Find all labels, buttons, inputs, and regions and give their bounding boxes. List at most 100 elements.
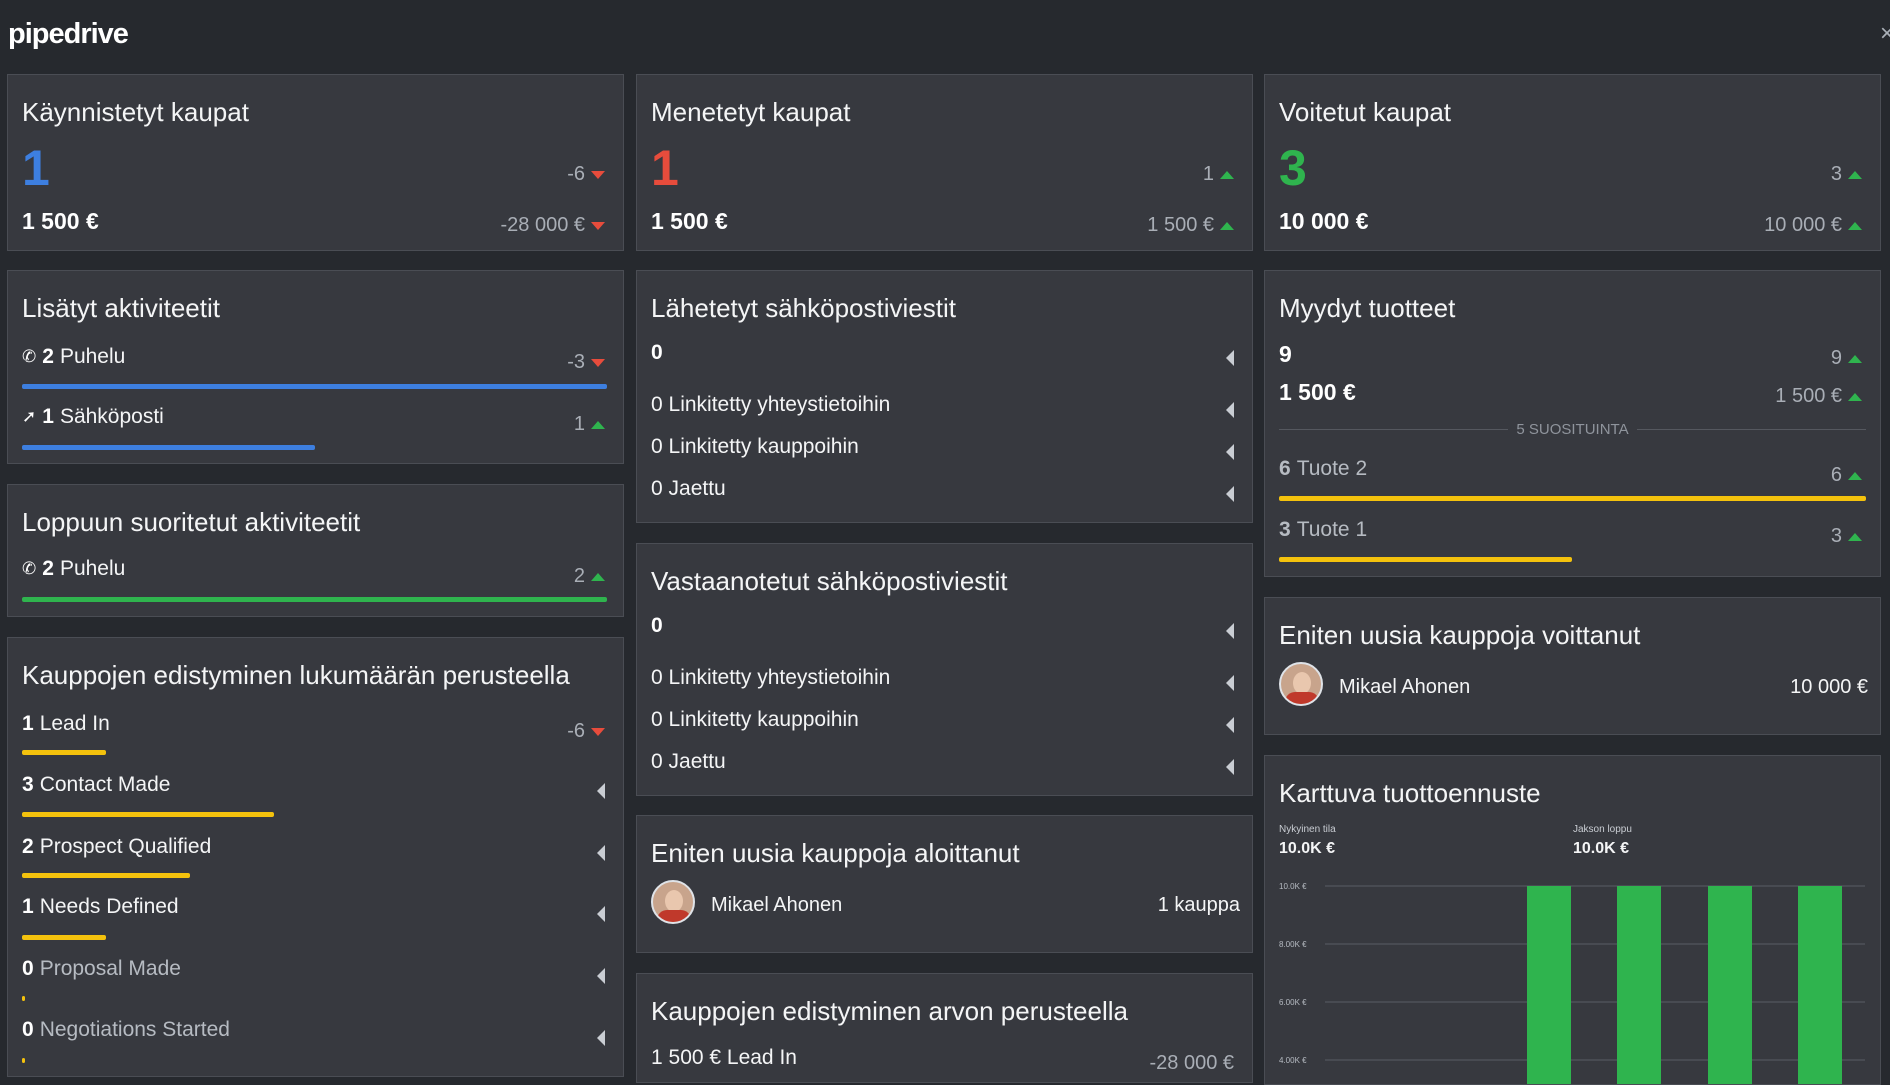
card-title: Eniten uusia kauppoja voittanut [1279, 620, 1641, 650]
email-total: 0 [651, 614, 663, 637]
expand-arrow-icon[interactable] [1226, 623, 1234, 644]
activity-label: Puhelu [59, 345, 126, 368]
stage-label: Contact Made [39, 773, 171, 796]
card-title: Menetetyt kaupat [651, 97, 851, 127]
activity-delta-value: 2 [573, 565, 585, 587]
product-label: Tuote 2 [1296, 457, 1368, 480]
expand-arrow-icon[interactable] [1226, 486, 1234, 507]
activity-delta-value: -3 [567, 351, 585, 373]
stage-row[interactable]: 0 Proposal Made [22, 957, 181, 981]
card-title: Loppuun suoritetut aktiviteetit [22, 507, 361, 537]
close-icon[interactable]: × [1880, 20, 1890, 48]
added-activities-card[interactable]: Lisätyt aktiviteetit ✆ 2 Puhelu -3 ➚ 1 Sähkö… [7, 270, 624, 464]
received-emails-card[interactable]: Vastaanotetut sähköpostiviestit 0 0 Link… [636, 543, 1253, 796]
expand-arrow-icon[interactable] [1226, 675, 1234, 696]
person-value: 1 kauppa [1157, 894, 1240, 916]
expand-arrow-icon[interactable] [597, 845, 605, 866]
avatar[interactable] [1279, 662, 1323, 706]
avatar[interactable] [651, 880, 695, 924]
expand-arrow-icon[interactable] [597, 906, 605, 927]
product-bar [1279, 557, 1572, 562]
stage-bar [22, 873, 190, 878]
forecast-bar[interactable] [1527, 886, 1571, 1085]
person-name[interactable]: Mikael Ahonen [1339, 676, 1470, 699]
y-tick-label: 10.0K € [1279, 882, 1307, 891]
sold-products-card[interactable]: Myydyt tuotteet 9 9 1 500 € 1 500 € 5 SU… [1264, 270, 1881, 577]
deal-amount: 10 000 € [1279, 208, 1369, 234]
activity-bar [22, 384, 607, 389]
forecast-bar[interactable] [1617, 886, 1661, 1085]
card-title: Kauppojen edistyminen arvon perusteella [651, 996, 1128, 1026]
deal-progress-value-card[interactable]: Kauppojen edistyminen arvon perusteella … [636, 973, 1253, 1083]
arrow-up-icon [1848, 392, 1862, 401]
stage-row[interactable]: 3 Contact Made [22, 773, 170, 797]
activity-row: ✆ 2 Puhelu [22, 557, 125, 581]
completed-activities-card[interactable]: Loppuun suoritetut aktiviteetit ✆ 2 Puhelu… [7, 484, 624, 617]
email-row[interactable]: 0 Jaettu [651, 477, 726, 501]
stage-label: Needs Defined [39, 895, 179, 918]
most-deals-won-card[interactable]: Eniten uusia kauppoja voittanut Mikael A… [1264, 597, 1881, 735]
phone-icon: ✆ [22, 559, 37, 578]
product-num: 6 [1279, 457, 1291, 480]
stage-delta: -28 000 € [1149, 1052, 1234, 1074]
sent-emails-card[interactable]: Lähetetyt sähköpostiviestit 0 0 Linkitet… [636, 270, 1253, 523]
won-deals-card[interactable]: Voitetut kaupat 3 10 000 € 3 10 000 € [1264, 74, 1881, 251]
arrow-up-icon [1848, 221, 1862, 230]
pipedrive-logo[interactable]: pipedrive [8, 18, 129, 51]
stage-row[interactable]: 1 Lead In [22, 712, 110, 736]
product-count: 9 [1279, 341, 1292, 367]
email-row[interactable]: 0 Linkitetty kauppoihin [651, 708, 859, 732]
arrow-up-icon [1220, 221, 1234, 230]
arrow-down-icon [591, 170, 605, 179]
expand-arrow-icon[interactable] [1226, 717, 1234, 738]
revenue-forecast-chart: 10.0K € 8.00K € 6.00K € 4.00K € [1279, 882, 1865, 1085]
expand-arrow-icon[interactable] [597, 783, 605, 804]
count-delta-value: 3 [1830, 163, 1842, 185]
arrow-up-icon [591, 420, 605, 429]
stage-row[interactable]: 1 Needs Defined [22, 895, 179, 919]
email-row[interactable]: 0 Linkitetty kauppoihin [651, 435, 859, 459]
stage-bar [22, 996, 25, 1001]
phone-icon: ✆ [22, 347, 37, 366]
revenue-forecast-card[interactable]: Karttuva tuottoennuste Nykyinen tila 10.… [1264, 755, 1881, 1085]
email-total-row[interactable]: 0 [651, 341, 663, 365]
send-icon: ➚ [22, 407, 37, 426]
expand-arrow-icon[interactable] [1226, 350, 1234, 371]
deal-progress-count-card[interactable]: Kauppojen edistyminen lukumäärän peruste… [7, 637, 624, 1077]
forecast-bar[interactable] [1708, 886, 1752, 1085]
email-total-row[interactable]: 0 [651, 614, 663, 638]
expand-arrow-icon[interactable] [1226, 444, 1234, 465]
most-deals-started-card[interactable]: Eniten uusia kauppoja aloittanut Mikael … [636, 815, 1253, 953]
started-deals-card[interactable]: Käynnistetyt kaupat 1 1 500 € -6 -28 000… [7, 74, 624, 251]
count-delta: 1 [1203, 163, 1234, 186]
email-row[interactable]: 0 Linkitetty yhteystietoihin [651, 666, 890, 690]
stage-row[interactable]: 0 Negotiations Started [22, 1018, 230, 1042]
product-delta: 6 [1831, 464, 1862, 487]
stage-row[interactable]: 2 Prospect Qualified [22, 835, 211, 859]
forecast-bar[interactable] [1798, 886, 1842, 1085]
stage-count: 1 [22, 895, 34, 918]
expand-arrow-icon[interactable] [1226, 402, 1234, 423]
card-title: Voitetut kaupat [1279, 97, 1452, 127]
stage-label: Prospect Qualified [39, 835, 212, 858]
person-name[interactable]: Mikael Ahonen [711, 894, 842, 917]
count-delta: 9 [1831, 347, 1862, 370]
expand-arrow-icon[interactable] [597, 968, 605, 989]
deal-count: 1 [651, 140, 679, 196]
email-row[interactable]: 0 Jaettu [651, 750, 726, 774]
product-row[interactable]: 6 Tuote 2 [1279, 457, 1367, 481]
card-title: Eniten uusia kauppoja aloittanut [651, 838, 1020, 868]
card-title: Käynnistetyt kaupat [22, 97, 249, 127]
stage-bar [22, 935, 106, 940]
email-row[interactable]: 0 Linkitetty yhteystietoihin [651, 393, 890, 417]
stage-count: 3 [22, 773, 34, 796]
product-delta-value: 3 [1830, 525, 1842, 547]
stage-row[interactable]: 1 500 € Lead In [651, 1046, 797, 1070]
product-row[interactable]: 3 Tuote 1 [1279, 518, 1367, 542]
expand-arrow-icon[interactable] [1226, 759, 1234, 780]
lost-deals-card[interactable]: Menetetyt kaupat 1 1 500 € 1 1 500 € [636, 74, 1253, 251]
expand-arrow-icon[interactable] [597, 1030, 605, 1051]
stage-label: Negotiations Started [39, 1018, 230, 1041]
arrow-up-icon [591, 572, 605, 581]
card-title: Myydyt tuotteet [1279, 293, 1456, 323]
